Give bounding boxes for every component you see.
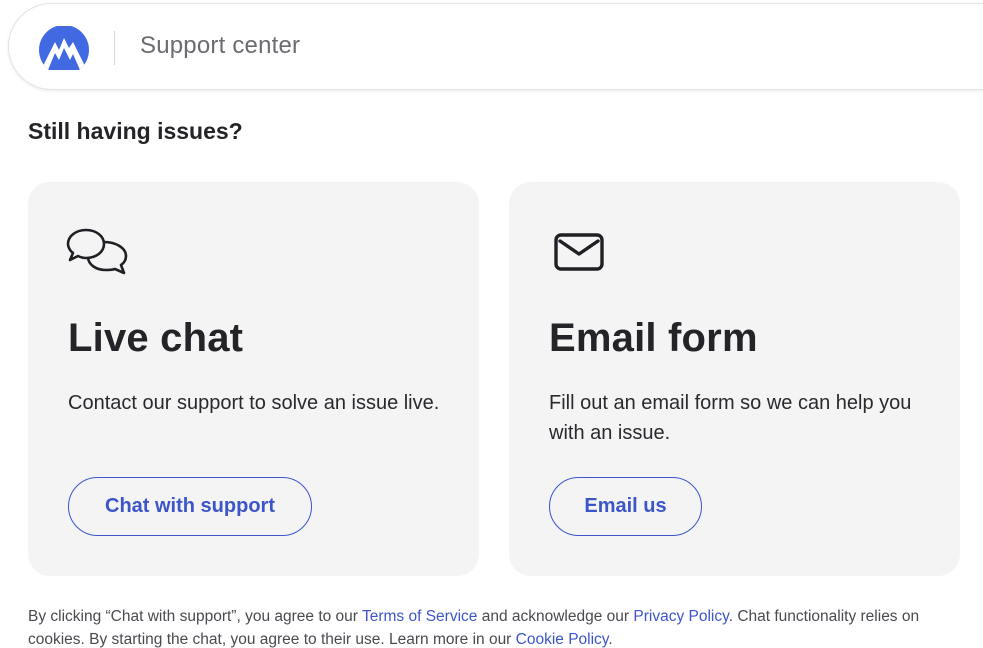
email-us-button[interactable]: Email us [549,477,702,536]
card-description: Fill out an email form so we can help yo… [549,392,912,444]
card-title: Email form [549,316,758,360]
cookie-policy-link[interactable]: Cookie Policy [516,631,609,648]
card-title: Live chat [68,316,244,360]
footer-text: and acknowledge our [477,608,634,625]
section-title: Still having issues? [28,118,243,144]
privacy-policy-link[interactable]: Privacy Policy [633,608,728,625]
page: Support center Still having issues? Live… [0,0,983,648]
live-chat-card: Live chat Contact our support to solve a… [28,182,479,576]
header-bar: Support center [8,3,983,90]
chat-bubbles-icon [66,228,128,275]
email-form-card: Email form Fill out an email form so we … [509,182,960,576]
header-title: Support center [140,32,301,59]
header-divider [114,31,115,65]
envelope-icon [554,233,604,271]
chat-with-support-button[interactable]: Chat with support [68,477,312,536]
card-description: Contact our support to solve an issue li… [68,392,440,414]
footer-text: By clicking “Chat with support”, you agr… [28,608,362,625]
footer-text: . [608,631,613,648]
terms-of-service-link[interactable]: Terms of Service [362,608,477,625]
footer-disclaimer: By clicking “Chat with support”, you agr… [28,605,968,648]
logo-icon[interactable] [38,26,90,70]
